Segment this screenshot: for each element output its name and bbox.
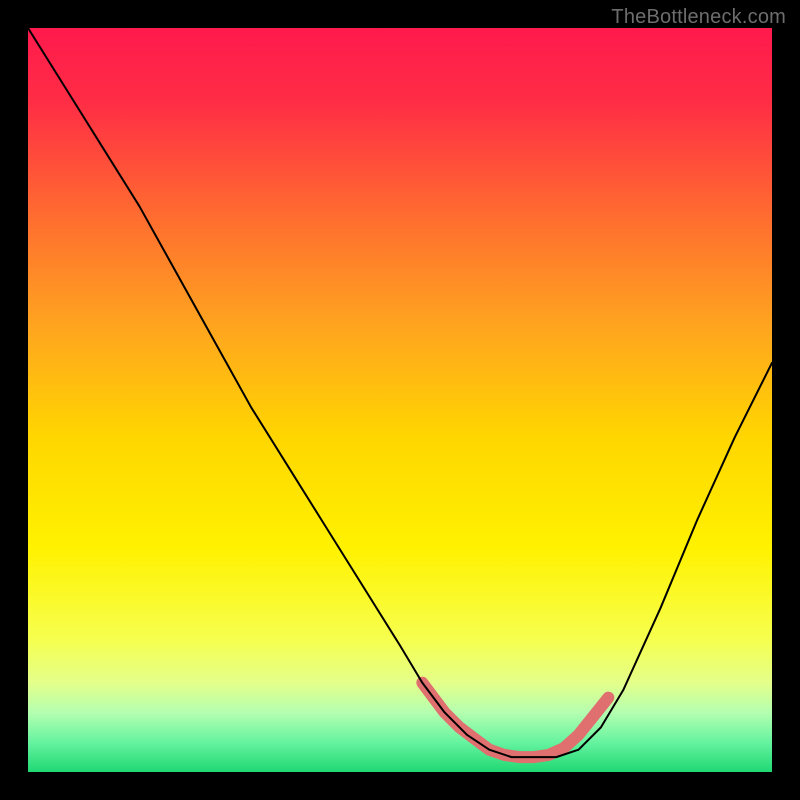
bottleneck-curve <box>28 28 772 757</box>
highlight-segment <box>422 683 608 757</box>
chart-plot-area <box>28 28 772 772</box>
chart-curve-layer <box>28 28 772 772</box>
watermark-text: TheBottleneck.com <box>611 6 786 29</box>
